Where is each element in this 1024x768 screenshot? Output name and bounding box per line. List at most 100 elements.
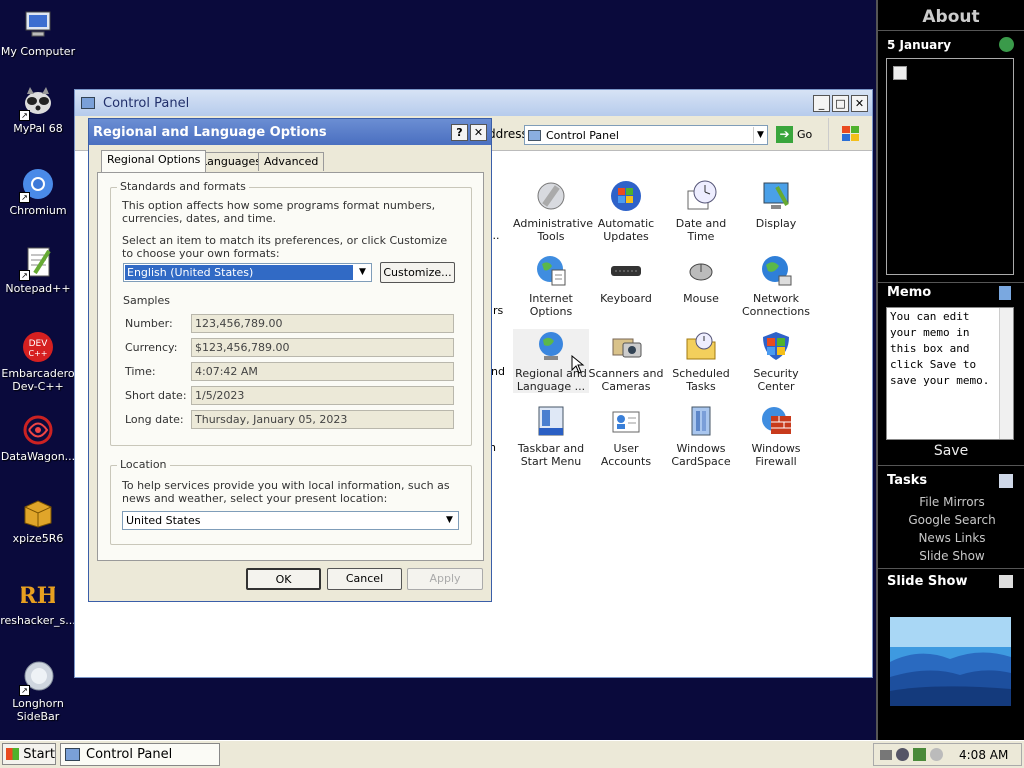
tasks-icon[interactable]: [999, 474, 1013, 488]
taskbar-button-label: Control Panel: [86, 747, 173, 762]
sample-number-value: 123,456,789.00: [191, 314, 454, 333]
cp-item-display[interactable]: Display: [738, 179, 814, 230]
apply-button[interactable]: Apply: [407, 568, 483, 590]
cp-item-automatic-updates[interactable]: Automatic Updates: [588, 179, 664, 243]
raccoon-icon: ↗: [19, 85, 55, 121]
location-description: To help services provide you with local …: [122, 479, 450, 505]
slideshow-image[interactable]: [890, 617, 1011, 706]
my-computer-icon: [21, 8, 55, 42]
desktop-icon-longhorn-sidebar[interactable]: ↗ Longhorn SideBar: [0, 660, 76, 723]
cp-item-windows-cardspace[interactable]: Windows CardSpace: [663, 404, 739, 468]
reshacker-icon: RH: [18, 577, 57, 611]
desktop-icon-devcpp[interactable]: DEV C++ Embarcadero Dev-C++: [0, 330, 76, 393]
address-label: ddress: [488, 127, 528, 141]
desktop-icon-reshacker[interactable]: RH reshacker_s...: [0, 577, 76, 627]
svg-text:RH: RH: [21, 583, 55, 609]
sample-long-date-label: Long date:: [125, 413, 184, 426]
task-google-search[interactable]: Google Search: [878, 513, 1024, 527]
slideshow-title: Slide Show: [887, 574, 968, 589]
cancel-button[interactable]: Cancel: [327, 568, 402, 590]
ok-button[interactable]: OK: [246, 568, 321, 590]
dialog-titlebar[interactable]: Regional and Language Options ? ✕: [89, 119, 491, 145]
longhorn-sidebar: About 5 January Memo You can edit your m…: [876, 0, 1024, 740]
desktop-icon-mypal[interactable]: ↗ MyPal 68: [0, 85, 76, 135]
cp-item-taskbar-start-menu[interactable]: Taskbar and Start Menu: [513, 404, 589, 468]
cp-item-network-connections[interactable]: Network Connections: [738, 254, 814, 318]
location-select[interactable]: United States ▼: [122, 511, 459, 530]
tab-advanced[interactable]: Advanced: [258, 152, 325, 171]
select-prompt: Select an item to match its preferences,…: [122, 234, 448, 260]
sample-time-value: 4:07:42 AM: [191, 362, 454, 381]
cp-item-windows-firewall[interactable]: Windows Firewall: [738, 404, 814, 468]
clock[interactable]: 4:08 AM: [959, 748, 1008, 762]
datawagon-icon: [21, 413, 55, 447]
keyboard-tray-icon[interactable]: [880, 749, 892, 760]
memo-save-button[interactable]: Save: [878, 443, 1024, 459]
cp-item-user-accounts[interactable]: User Accounts: [588, 404, 664, 468]
standards-description: This option affects how some programs fo…: [122, 199, 436, 225]
close-button[interactable]: ✕: [851, 94, 868, 112]
memo-icon[interactable]: [999, 286, 1011, 300]
task-slide-show[interactable]: Slide Show: [878, 549, 1024, 563]
dialog-close-button[interactable]: ✕: [470, 123, 487, 141]
task-news-links[interactable]: News Links: [878, 531, 1024, 545]
maximize-button[interactable]: □: [832, 94, 849, 112]
cp-item-security-center[interactable]: Security Center: [738, 329, 814, 393]
sample-long-date-value: Thursday, January 05, 2023: [191, 410, 454, 429]
security-tray-icon[interactable]: [913, 748, 926, 761]
address-input[interactable]: Control Panel ▼: [524, 125, 768, 145]
camera-icon: [609, 329, 643, 363]
shield-icon: [759, 329, 793, 363]
cp-item-label: Scanners and Cameras: [588, 367, 664, 393]
cp-item-label: Automatic Updates: [597, 217, 655, 243]
desktop-icon-datawagon[interactable]: DataWagon...: [0, 413, 76, 463]
network-tray-icon[interactable]: [896, 748, 909, 761]
desktop-icon-notepadpp[interactable]: ↗ Notepad++: [0, 245, 76, 295]
shortcut-arrow-icon: ↗: [19, 270, 30, 281]
cp-item-label: Network Connections: [742, 292, 810, 318]
desktop-icon-my-computer[interactable]: My Computer: [0, 8, 76, 58]
cp-item-label: Internet Options: [529, 292, 573, 318]
format-select[interactable]: English (United States) ▼: [123, 263, 372, 282]
cp-item-administrative-tools[interactable]: Administrative Tools: [513, 179, 593, 243]
control-panel-titlebar[interactable]: Control Panel _ □ ✕: [75, 90, 872, 116]
notepad-plus-plus-icon: ↗: [19, 245, 55, 281]
tab-regional-options[interactable]: Regional Options: [101, 150, 207, 172]
chevron-down-icon[interactable]: ▼: [442, 513, 457, 528]
cardspace-icon: [684, 404, 718, 438]
chevron-down-icon[interactable]: ▼: [753, 127, 767, 143]
network-globe-icon: [759, 254, 793, 288]
taskbar-button-control-panel[interactable]: Control Panel: [60, 743, 220, 766]
volume-tray-icon[interactable]: [930, 748, 943, 761]
globe-icon[interactable]: [999, 37, 1014, 52]
memo-textarea[interactable]: You can edit your memo in this box and c…: [886, 307, 1014, 440]
task-file-mirrors[interactable]: File Mirrors: [878, 495, 1024, 509]
shortcut-arrow-icon: ↗: [19, 110, 30, 121]
sample-short-date-value: 1/5/2023: [191, 386, 454, 405]
customize-button[interactable]: Customize...: [380, 262, 455, 283]
desktop-icon-xpize[interactable]: xpize5R6: [0, 495, 76, 545]
cp-item-label: Display: [755, 217, 797, 230]
cp-item-label: Security Center: [753, 367, 799, 393]
memo-scrollbar[interactable]: [999, 308, 1013, 439]
help-button[interactable]: ?: [451, 123, 468, 141]
address-value: Control Panel: [546, 128, 619, 142]
cp-item-keyboard[interactable]: Keyboard: [588, 254, 664, 305]
cp-item-mouse[interactable]: Mouse: [663, 254, 739, 305]
cp-item-date-and-time[interactable]: Date and Time: [663, 179, 739, 243]
slideshow-icon[interactable]: [999, 575, 1013, 588]
cp-item-scheduled-tasks[interactable]: Scheduled Tasks: [663, 329, 739, 393]
cp-item-scanners-cameras[interactable]: Scanners and Cameras: [588, 329, 664, 393]
minimize-button[interactable]: _: [813, 94, 830, 112]
go-button[interactable]: ➔ Go: [776, 126, 812, 143]
svg-text:C++: C++: [29, 349, 48, 358]
cp-item-internet-options[interactable]: Internet Options: [513, 254, 589, 318]
sidebar-about-title[interactable]: About: [878, 7, 1024, 27]
control-panel-icon: [81, 97, 95, 109]
format-select-value: English (United States): [125, 265, 353, 280]
chevron-down-icon[interactable]: ▼: [355, 265, 370, 280]
desktop-icon-label: Notepad++: [5, 282, 71, 295]
start-button[interactable]: Start: [2, 743, 56, 765]
desktop-icon-chromium[interactable]: ↗ Chromium: [0, 167, 76, 217]
calendar-panel: [886, 58, 1014, 275]
